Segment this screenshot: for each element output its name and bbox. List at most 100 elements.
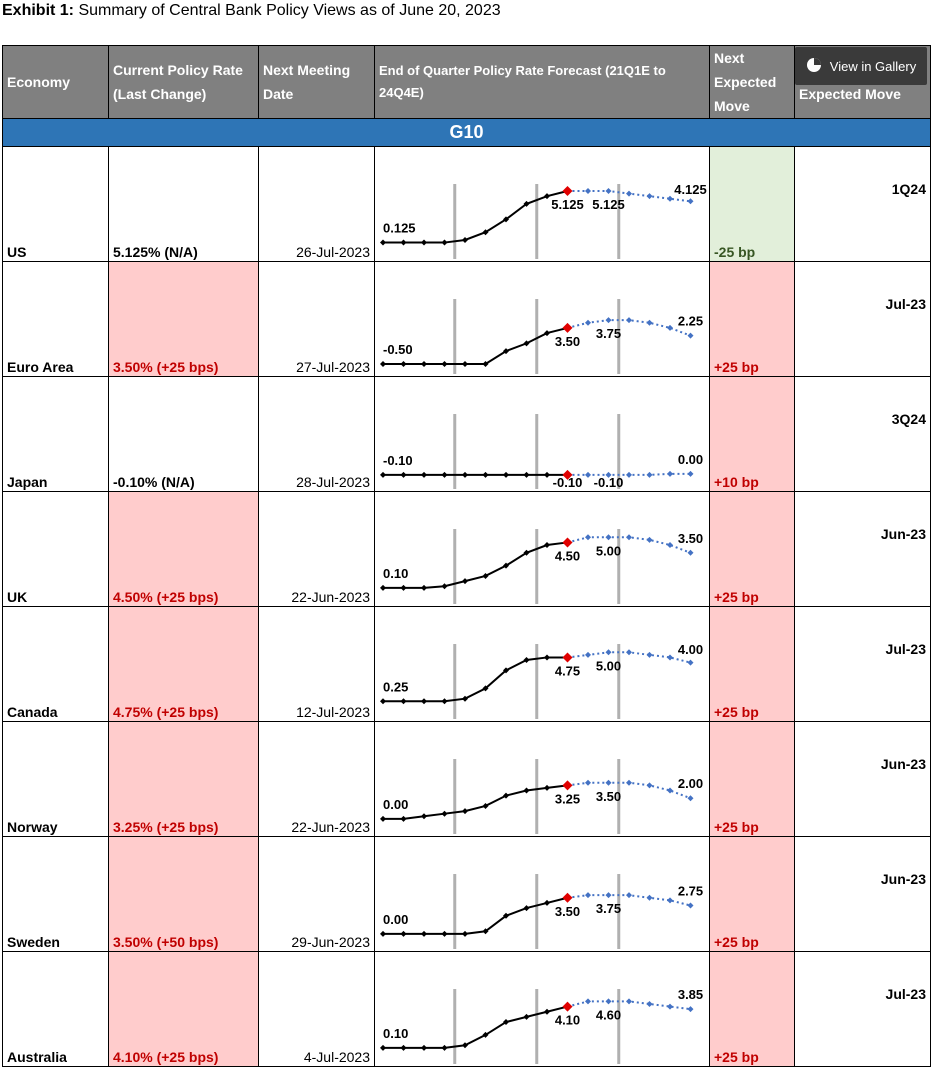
group-row: G10 bbox=[2, 118, 931, 147]
data-point bbox=[626, 534, 632, 541]
table-row: Japan -0.10% (N/A) 28-Jul-2023 -0.10 -0.10 -0… bbox=[2, 376, 931, 492]
data-point bbox=[605, 188, 612, 194]
data-point bbox=[441, 930, 448, 937]
data-point bbox=[667, 324, 673, 331]
data-point bbox=[646, 1000, 653, 1007]
table-row: Norway 3.25% (+25 bps) 22-Jun-2023 0.00 3.25… bbox=[2, 721, 931, 837]
data-label: 0.125 bbox=[383, 221, 416, 236]
data-label: -0.10 bbox=[553, 475, 583, 490]
timing-cell: Jul-23 bbox=[794, 261, 931, 377]
data-label: 3.75 bbox=[596, 326, 621, 341]
data-point bbox=[626, 779, 632, 786]
data-point bbox=[421, 1044, 427, 1051]
data-point bbox=[687, 198, 694, 205]
data-point bbox=[687, 795, 694, 802]
current-rate-cell: 4.75% (+25 bps) bbox=[108, 606, 259, 722]
data-point bbox=[462, 808, 468, 815]
data-label: 3.50 bbox=[555, 904, 580, 919]
next-meeting-cell: 22-Jun-2023 bbox=[258, 721, 375, 837]
next-meeting-cell: 4-Jul-2023 bbox=[258, 951, 375, 1067]
data-point bbox=[380, 1044, 386, 1051]
data-point bbox=[421, 361, 427, 367]
data-point bbox=[380, 584, 386, 591]
data-point bbox=[462, 930, 468, 937]
data-point bbox=[544, 542, 550, 549]
data-point bbox=[667, 787, 673, 794]
next-meeting-cell: 12-Jul-2023 bbox=[258, 606, 375, 722]
data-point bbox=[421, 239, 427, 246]
view-in-gallery-button[interactable]: View in Gallery bbox=[795, 47, 927, 85]
timing-cell: 1Q24 bbox=[794, 146, 931, 262]
data-label: 0.00 bbox=[383, 797, 408, 812]
table-row: Euro Area 3.50% (+25 bps) 27-Jul-2023 -0.50… bbox=[2, 261, 931, 377]
header-current-rate: Current Policy Rate (Last Change) bbox=[108, 45, 259, 119]
data-point bbox=[441, 698, 448, 705]
data-point bbox=[462, 471, 468, 478]
data-point bbox=[585, 651, 591, 658]
data-point bbox=[400, 471, 407, 478]
data-point bbox=[687, 549, 694, 556]
history-series-line bbox=[383, 896, 568, 935]
data-point bbox=[421, 698, 427, 705]
data-point bbox=[400, 584, 407, 591]
data-label: 0.00 bbox=[383, 912, 408, 927]
data-point bbox=[687, 470, 694, 477]
data-point bbox=[626, 649, 632, 656]
current-rate-cell: 3.25% (+25 bps) bbox=[108, 721, 259, 837]
timing-cell: Jun-23 bbox=[794, 836, 931, 952]
data-point bbox=[626, 190, 632, 197]
data-point bbox=[523, 1013, 530, 1020]
next-move-cell: +25 bp bbox=[709, 836, 795, 952]
header-next-move: Next Expected Move bbox=[709, 45, 795, 119]
forecast-sparkline: -0.50 3.50 3.75 2.25 bbox=[380, 299, 703, 374]
data-point bbox=[687, 902, 694, 909]
data-point bbox=[562, 186, 573, 196]
data-label: 5.00 bbox=[596, 658, 621, 673]
data-label: 5.00 bbox=[596, 543, 621, 558]
data-point bbox=[667, 897, 673, 904]
data-label: 5.125 bbox=[551, 197, 584, 212]
data-point bbox=[441, 361, 448, 367]
economy-cell: Australia bbox=[2, 951, 109, 1067]
data-label: 3.50 bbox=[678, 531, 703, 546]
data-point bbox=[482, 471, 489, 478]
data-point bbox=[585, 998, 591, 1005]
next-move-cell: +25 bp bbox=[709, 606, 795, 722]
data-point bbox=[544, 899, 550, 906]
forecast-sparkline: 0.10 4.50 5.00 3.50 bbox=[380, 529, 703, 604]
data-point bbox=[544, 784, 550, 791]
forecast-chart-cell: 0.25 4.75 5.00 4.00 bbox=[374, 606, 710, 722]
data-point bbox=[585, 534, 591, 541]
data-point bbox=[667, 654, 673, 661]
data-point bbox=[462, 361, 468, 367]
data-point bbox=[585, 188, 591, 194]
forecast-chart-cell: 0.00 3.25 3.50 2.00 bbox=[374, 721, 710, 837]
history-series-line bbox=[383, 1005, 568, 1049]
data-label: -0.10 bbox=[594, 475, 624, 490]
table-row: US 5.125% (N/A) 26-Jul-2023 0.125 5.125 5.125… bbox=[2, 146, 931, 262]
next-move-cell: +25 bp bbox=[709, 261, 795, 377]
forecast-sparkline: -0.10 -0.10 -0.10 0.00 bbox=[380, 414, 703, 490]
data-point bbox=[605, 649, 612, 656]
data-point bbox=[400, 698, 407, 705]
timing-cell: Jun-23 bbox=[794, 721, 931, 837]
data-point bbox=[400, 1044, 407, 1051]
data-label: 3.25 bbox=[555, 791, 580, 806]
data-point bbox=[462, 236, 468, 243]
current-rate-cell: 4.10% (+25 bps) bbox=[108, 951, 259, 1067]
data-label: 2.00 bbox=[678, 776, 703, 791]
data-point bbox=[441, 1044, 448, 1051]
gallery-label: View in Gallery bbox=[829, 58, 917, 74]
next-meeting-cell: 27-Jul-2023 bbox=[258, 261, 375, 377]
data-point bbox=[523, 471, 530, 478]
data-label: 0.25 bbox=[383, 679, 408, 694]
header-next-meeting: Next Meeting Date bbox=[258, 45, 375, 119]
data-point bbox=[585, 319, 591, 326]
data-point bbox=[585, 892, 591, 899]
forecast-chart-cell: -0.50 3.50 3.75 2.25 bbox=[374, 261, 710, 377]
next-meeting-cell: 28-Jul-2023 bbox=[258, 376, 375, 492]
forecast-chart-cell: 0.10 4.50 5.00 3.50 bbox=[374, 491, 710, 607]
data-point bbox=[667, 542, 673, 549]
data-point bbox=[646, 193, 653, 200]
data-label: 2.75 bbox=[678, 883, 703, 898]
